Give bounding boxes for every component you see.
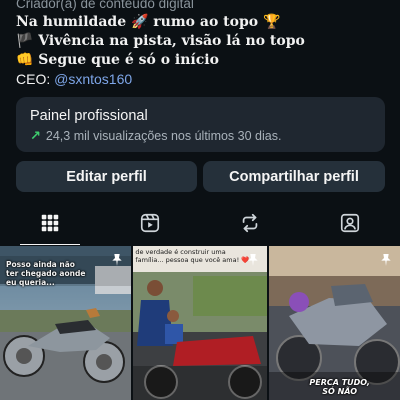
bio-line-2: 🏴 Vivência na pista, visão lá no topo: [16, 33, 305, 49]
pin-icon: [112, 254, 123, 266]
profile-category: Criador(a) de conteúdo digital: [16, 0, 194, 11]
post-thumbnail-3[interactable]: PERCA TUDO, SÓ NÃO: [268, 246, 400, 400]
ceo-label: CEO:: [16, 71, 55, 87]
tagged-icon: [340, 213, 360, 233]
bio-ceo-line: CEO: @sxntos160: [16, 70, 386, 89]
tab-reels[interactable]: [100, 201, 200, 245]
post-thumbnail-1[interactable]: Posso ainda não ter chegado aonde eu que…: [0, 246, 132, 400]
pin-icon: [248, 254, 258, 266]
trend-up-icon: ↗: [30, 128, 41, 143]
ceo-mention-link[interactable]: @sxntos160: [54, 71, 132, 87]
dashboard-subtitle: ↗ 24,3 mil visualizações nos últimos 30 …: [30, 127, 371, 145]
post-image-3: [268, 246, 400, 400]
profile-tabs: [0, 201, 400, 245]
tab-posts[interactable]: [0, 201, 100, 245]
dashboard-title: Painel profissional: [30, 108, 148, 124]
professional-dashboard-card[interactable]: Painel profissional ↗ 24,3 mil visualiza…: [16, 97, 385, 152]
tab-tagged[interactable]: [300, 201, 400, 245]
bio-line-1: Na humildade 🚀 rumo ao topo 🏆: [16, 14, 281, 30]
edit-profile-button[interactable]: Editar perfil: [16, 161, 197, 192]
reels-icon: [140, 213, 160, 233]
tab-reposts[interactable]: [200, 201, 300, 245]
posts-grid: Posso ainda não ter chegado aonde eu que…: [0, 246, 400, 400]
bio-line-3: 👊 Segue que é só o início: [16, 52, 219, 68]
repost-icon: [242, 213, 258, 233]
post-image-2: [133, 246, 267, 400]
share-profile-button[interactable]: Compartilhar perfil: [203, 161, 385, 192]
post-3-caption: PERCA TUDO, SÓ NÃO: [309, 378, 370, 396]
pin-icon: [381, 254, 391, 266]
profile-bio: Criador(a) de conteúdo digital Na humild…: [16, 0, 386, 89]
grid-icon: [41, 214, 59, 232]
dashboard-views-text: 24,3 mil visualizações nos últimos 30 di…: [45, 129, 282, 143]
post-1-caption: Posso ainda não ter chegado aonde eu que…: [6, 260, 86, 287]
post-2-caption: de verdade é construir uma família... pe…: [135, 248, 250, 264]
post-thumbnail-2[interactable]: de verdade é construir uma família... pe…: [133, 246, 267, 400]
